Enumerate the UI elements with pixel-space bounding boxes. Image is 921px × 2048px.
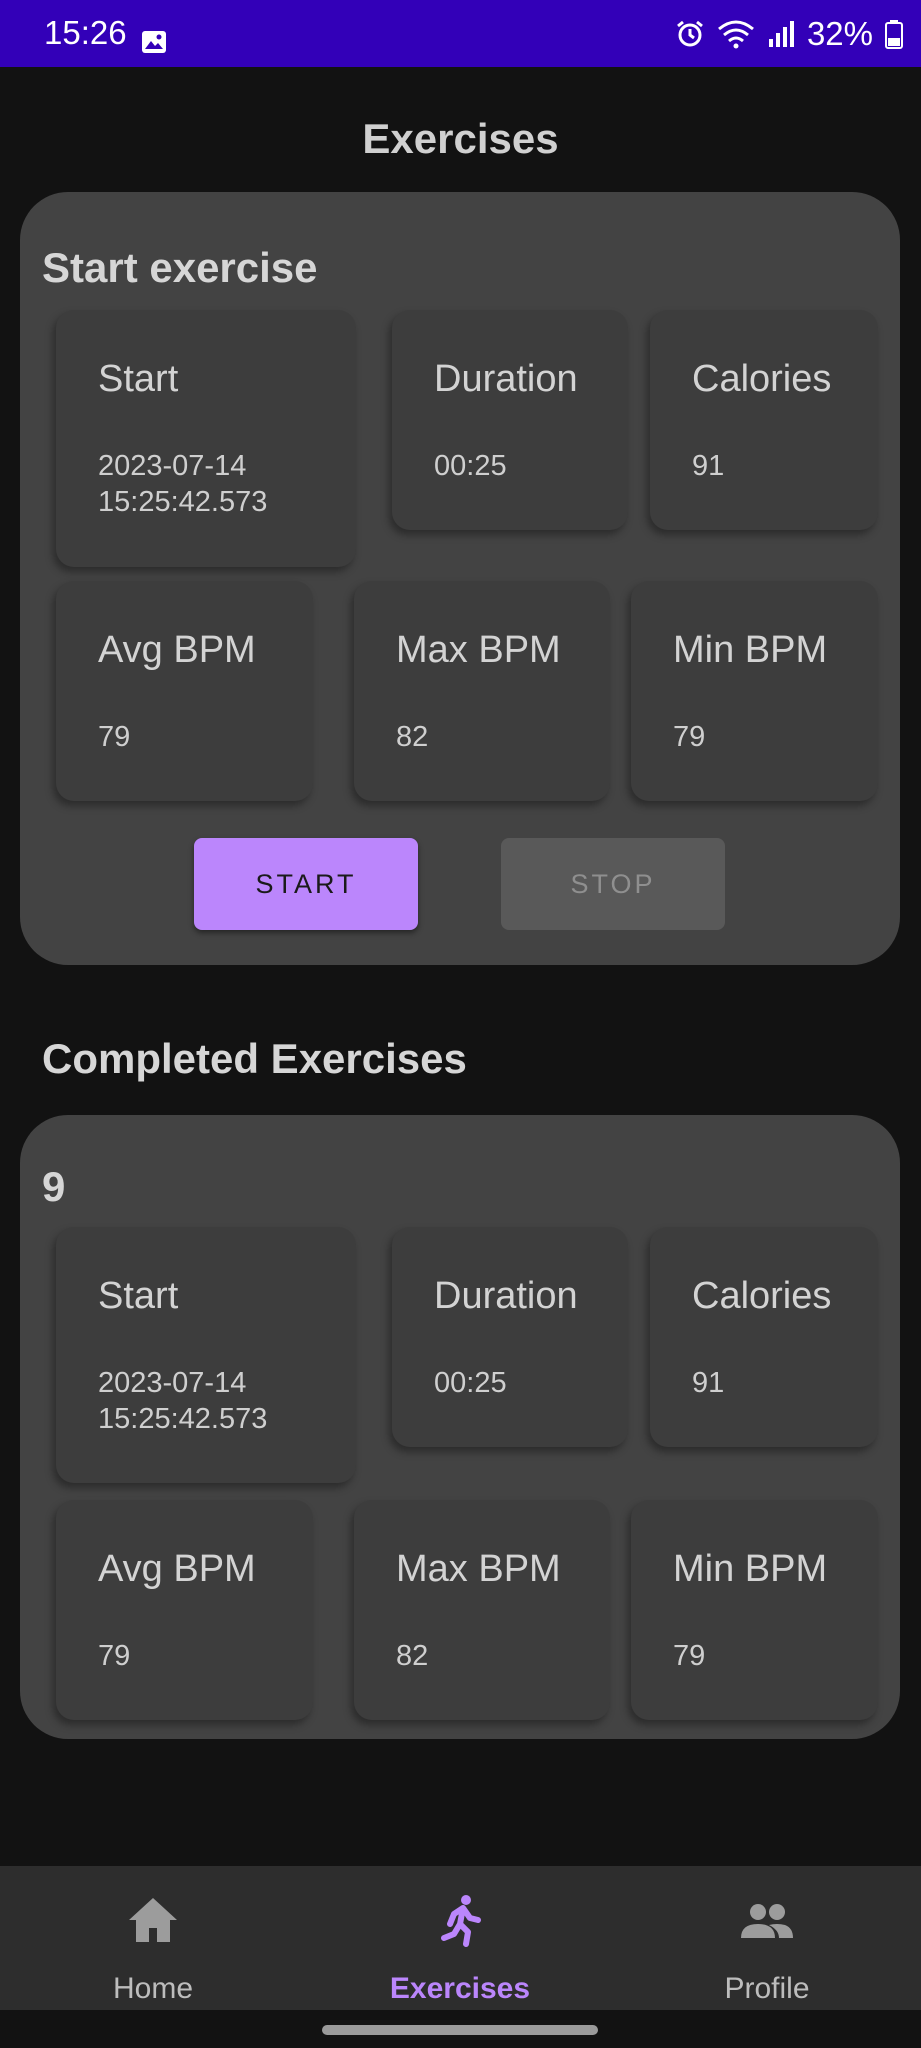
max-bpm-value: 82 [396, 1640, 429, 1672]
max-bpm-value: 82 [396, 721, 429, 753]
start-card: Start 2023-07-14 15:25:42.573 [56, 310, 356, 567]
start-label: Start [98, 1275, 179, 1317]
calories-label: Calories [692, 358, 832, 400]
nav-item-profile[interactable]: Profile [614, 1866, 920, 2010]
nav-item-exercises[interactable]: Exercises [307, 1866, 613, 2010]
signal-icon [768, 21, 794, 47]
current-exercise-panel: Start exercise Start 2023-07-14 15:25:42… [20, 192, 900, 965]
max-bpm-label: Max BPM [396, 629, 561, 671]
battery-percentage: 32% [806, 15, 873, 52]
nav-label-exercises: Exercises [389, 1972, 531, 2005]
calories-label: Calories [692, 1275, 832, 1317]
nav-label-profile: Profile [724, 1972, 810, 2005]
start-value: 2023-07-14 15:25:42.573 [98, 450, 268, 518]
min-bpm-value: 79 [673, 721, 706, 753]
wifi-icon [717, 20, 754, 49]
max-bpm-card: Max BPM 82 [354, 1500, 610, 1720]
gallery-icon [142, 31, 166, 53]
completed-exercise-panel: 9 Start 2023-07-14 15:25:42.573 Duration… [20, 1115, 900, 1739]
stop-button[interactable]: STOP [501, 838, 725, 930]
home-icon [129, 1898, 177, 1942]
calories-value: 91 [692, 450, 725, 482]
duration-card: Duration 00:25 [392, 310, 628, 530]
min-bpm-value: 79 [673, 1640, 706, 1672]
max-bpm-card: Max BPM 82 [354, 581, 610, 801]
avg-bpm-card: Avg BPM 79 [56, 1500, 313, 1720]
duration-value: 00:25 [434, 1367, 507, 1399]
avg-bpm-label: Avg BPM [98, 629, 256, 671]
duration-card: Duration 00:25 [392, 1227, 628, 1447]
nav-item-home[interactable]: Home [0, 1866, 306, 2010]
calories-card: Calories 91 [650, 310, 878, 530]
start-button[interactable]: START [194, 838, 418, 930]
avg-bpm-value: 79 [98, 1640, 131, 1672]
start-value: 2023-07-14 15:25:42.573 [98, 1367, 268, 1435]
avg-bpm-card: Avg BPM 79 [56, 581, 313, 801]
avg-bpm-label: Avg BPM [98, 1548, 256, 1590]
battery-icon [885, 20, 903, 49]
bottom-navigation: Home Exercises Profile [0, 1866, 921, 2010]
nav-label-home: Home [112, 1972, 194, 2005]
running-icon [441, 1895, 481, 1947]
start-card: Start 2023-07-14 15:25:42.573 [56, 1227, 356, 1483]
duration-value: 00:25 [434, 450, 507, 482]
status-time: 15:26 [44, 14, 127, 51]
min-bpm-card: Min BPM 79 [631, 581, 878, 801]
start-label: Start [98, 358, 179, 400]
completed-section-title: Completed Exercises [42, 1035, 467, 1082]
avg-bpm-value: 79 [98, 721, 131, 753]
status-bar: 15:26 32% [0, 0, 921, 67]
calories-card: Calories 91 [650, 1227, 878, 1447]
min-bpm-label: Min BPM [673, 629, 828, 671]
completed-exercise-id: 9 [42, 1163, 66, 1210]
min-bpm-card: Min BPM 79 [631, 1500, 878, 1720]
duration-label: Duration [434, 358, 578, 400]
alarm-icon [677, 20, 703, 47]
current-exercise-heading: Start exercise [42, 244, 318, 291]
duration-label: Duration [434, 1275, 578, 1317]
people-icon [741, 1904, 793, 1938]
page-title: Exercises [362, 115, 559, 162]
home-gesture-bar[interactable] [322, 2025, 598, 2035]
max-bpm-label: Max BPM [396, 1548, 561, 1590]
min-bpm-label: Min BPM [673, 1548, 828, 1590]
calories-value: 91 [692, 1367, 725, 1399]
